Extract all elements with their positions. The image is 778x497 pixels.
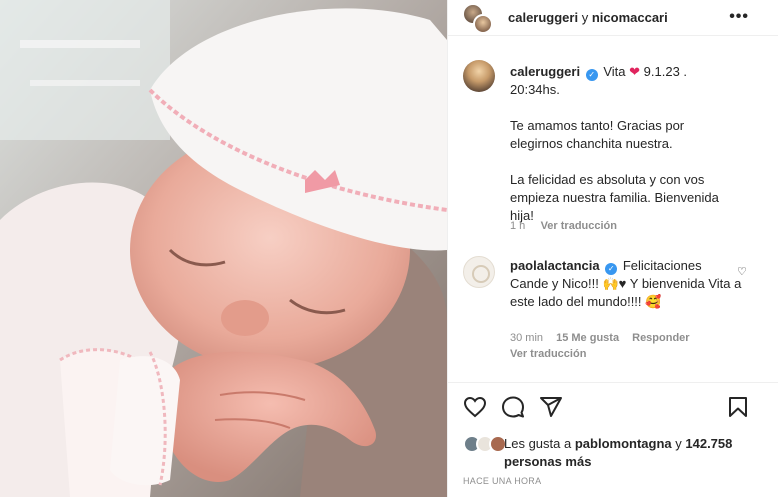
caption-paragraph-1: Te amamos tanto! Gracias por elegirnos c… (510, 118, 685, 151)
more-icon[interactable]: ••• (729, 8, 749, 26)
bookmark-icon[interactable] (726, 395, 750, 419)
likes-conjunction: y (675, 436, 682, 451)
caption-line1: Vita (603, 64, 626, 79)
conjunction-text: y (581, 10, 589, 25)
share-icon[interactable] (539, 395, 563, 419)
caption-meta: 1 h Ver traducción (510, 220, 617, 232)
comment-reply-button[interactable]: Responder (632, 332, 689, 344)
likes-user-link[interactable]: pablomontagna (575, 436, 672, 451)
verified-badge-icon: ✓ (585, 69, 598, 81)
heart-icon[interactable] (463, 395, 487, 419)
comment-icon[interactable] (501, 395, 525, 419)
post-header: caleruggeri y nicomaccari ••• (448, 0, 778, 36)
username-link-user2[interactable]: nicomaccari (592, 10, 668, 25)
comment-time[interactable]: 30 min (510, 332, 543, 344)
comment-translate-wrap: Ver traducción (510, 348, 586, 360)
avatar-user2[interactable] (473, 14, 493, 34)
collab-usernames: caleruggeri y nicomaccari (508, 10, 668, 25)
caption-translate-link[interactable]: Ver traducción (541, 220, 617, 232)
likes-text: Les gusta a pablomontagna y 142.758 pers… (504, 435, 764, 471)
caption-avatar[interactable] (463, 60, 495, 92)
caption-paragraph-2: La felicidad es absoluta y con vos empie… (510, 172, 719, 223)
likes-prefix: Les gusta a (504, 436, 572, 451)
collab-avatars[interactable] (463, 4, 493, 34)
comments-section: caleruggeri ✓ Vita ❤ 9.1.23 . 20:34hs. T… (448, 46, 778, 382)
post-timestamp[interactable]: HACE UNA HORA (463, 476, 541, 486)
comment-likes-count[interactable]: 15 Me gusta (556, 332, 619, 344)
post-photo[interactable] (0, 0, 447, 497)
caption-time[interactable]: 1 h (510, 220, 525, 232)
comment-like-heart-icon[interactable]: ♡ (737, 265, 747, 278)
verified-badge-icon: ✓ (605, 263, 618, 275)
heart-emoji: ❤ (629, 64, 641, 79)
comment-text: paolalactancia ✓ Felicitaciones Cande y … (510, 257, 742, 311)
username-link-user1[interactable]: caleruggeri (508, 10, 578, 25)
actions-section: Les gusta a pablomontagna y 142.758 pers… (448, 382, 778, 497)
comment-meta: 30 min 15 Me gusta Responder (510, 332, 700, 344)
comment-username[interactable]: paolalactancia (510, 258, 600, 273)
post-panel: caleruggeri y nicomaccari ••• calerugger… (447, 0, 778, 497)
comment-avatar[interactable] (463, 256, 495, 288)
caption-username[interactable]: caleruggeri (510, 64, 580, 79)
comment-translate-link[interactable]: Ver traducción (510, 348, 586, 360)
caption-text: caleruggeri ✓ Vita ❤ 9.1.23 . 20:34hs. T… (510, 63, 730, 225)
baby-photo (0, 0, 447, 497)
